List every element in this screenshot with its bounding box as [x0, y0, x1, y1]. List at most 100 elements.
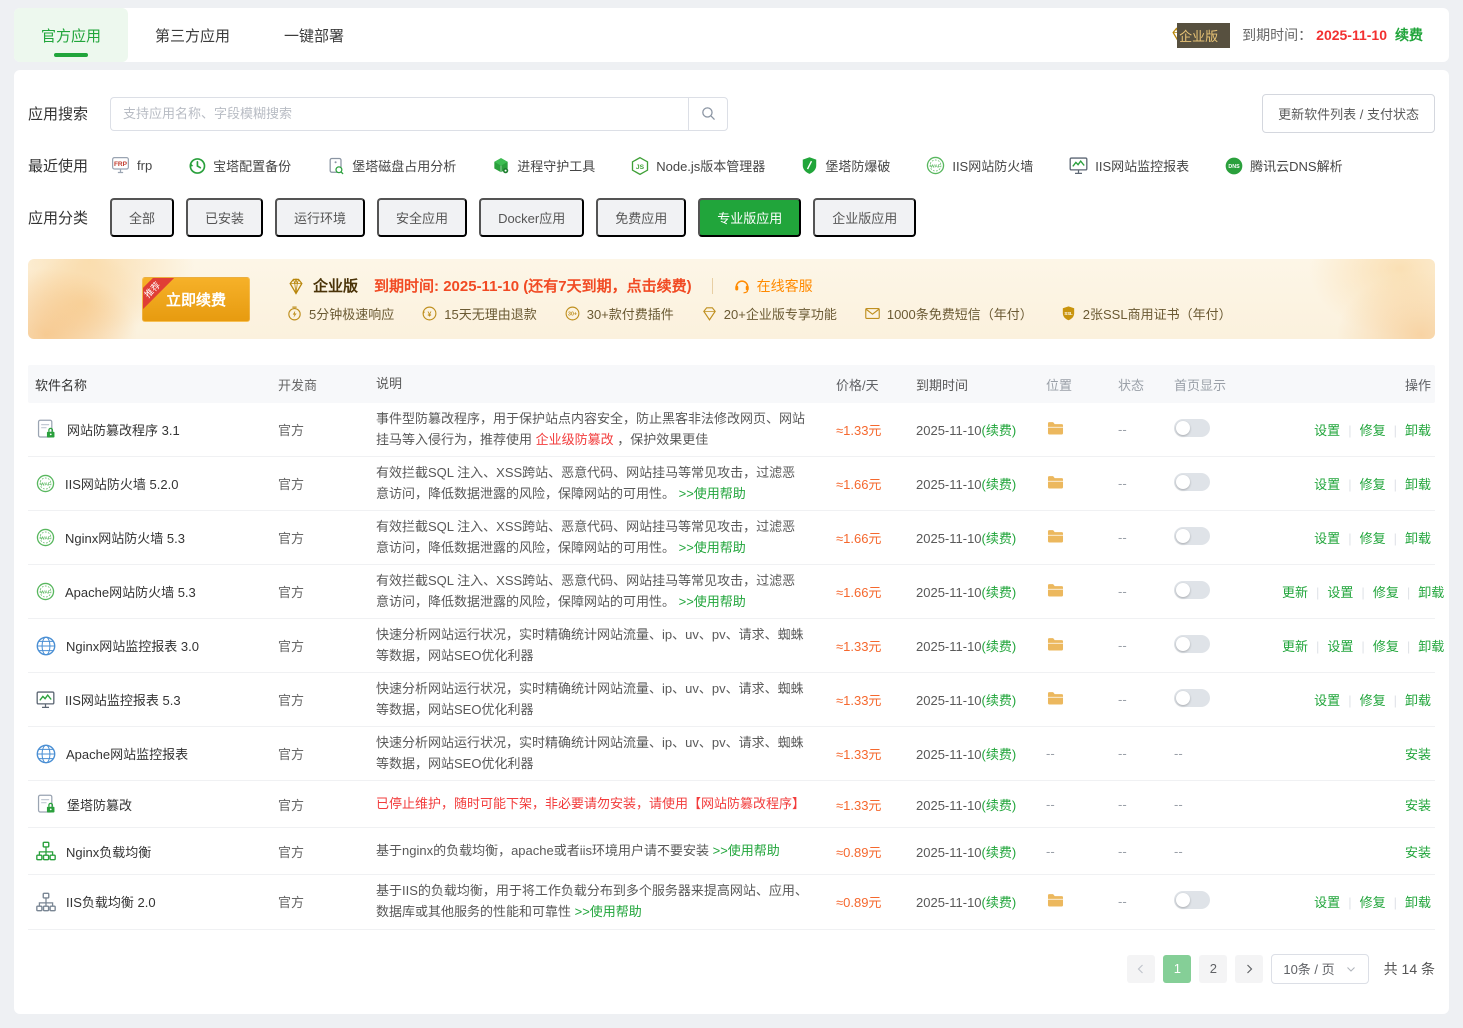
uninstall-link[interactable]: 卸载	[1405, 531, 1431, 546]
settings-link[interactable]: 设置	[1314, 423, 1340, 438]
renew-now-button[interactable]: 推荐 立即续费	[142, 277, 250, 322]
settings-link[interactable]: 设置	[1327, 585, 1353, 600]
enterprise-tamper-link[interactable]: 企业级防篡改	[536, 432, 614, 447]
tab-official-apps[interactable]: 官方应用	[14, 8, 128, 62]
uninstall-link[interactable]: 卸载	[1405, 477, 1431, 492]
renew-link[interactable]: (续费)	[982, 798, 1017, 813]
renew-link[interactable]: (续费)	[982, 895, 1017, 910]
next-page-button[interactable]	[1235, 955, 1263, 983]
renew-link[interactable]: (续费)	[982, 747, 1017, 762]
svg-text:WAF: WAF	[40, 590, 51, 596]
help-link[interactable]: >>使用帮助	[679, 594, 746, 609]
prev-page-button[interactable]	[1127, 955, 1155, 983]
folder-icon[interactable]	[1046, 419, 1065, 438]
recent-app-item[interactable]: DNS腾讯云DNS解析	[1224, 156, 1342, 176]
repair-link[interactable]: 修复	[1360, 477, 1386, 492]
recent-app-item[interactable]: 进程守护工具	[491, 156, 595, 176]
recent-app-item[interactable]: JSNode.js版本管理器	[630, 156, 765, 176]
renew-link[interactable]: (续费)	[982, 585, 1017, 600]
repair-link[interactable]: 修复	[1360, 895, 1386, 910]
category-button[interactable]: 专业版应用	[698, 198, 801, 237]
recent-app-item[interactable]: FRPfrp	[110, 155, 152, 176]
folder-icon[interactable]	[1046, 473, 1065, 492]
install-link[interactable]: 安装	[1405, 798, 1431, 813]
folder-icon[interactable]	[1046, 527, 1065, 546]
divider	[712, 278, 713, 294]
app-store-panel: 应用搜索 更新软件列表 / 支付状态 最近使用 FRPfrp宝塔配置备份堡塔磁盘…	[14, 70, 1449, 1014]
recent-app-item[interactable]: WAFIIS网站防火墙	[925, 155, 1033, 176]
repair-link[interactable]: 修复	[1360, 531, 1386, 546]
recent-app-item[interactable]: 宝塔配置备份	[187, 156, 291, 176]
settings-link[interactable]: 设置	[1327, 639, 1353, 654]
category-button[interactable]: 已安装	[186, 198, 263, 237]
tab-third-party-apps[interactable]: 第三方应用	[128, 8, 257, 62]
uninstall-link[interactable]: 卸载	[1418, 639, 1444, 654]
homepage-toggle[interactable]	[1174, 689, 1210, 707]
renew-link[interactable]: (续费)	[982, 477, 1017, 492]
folder-icon[interactable]	[1046, 891, 1065, 910]
category-button[interactable]: 企业版应用	[813, 198, 916, 237]
uninstall-link[interactable]: 卸载	[1405, 895, 1431, 910]
banner-feature: 1000条免费短信（年付）	[864, 304, 1033, 323]
homepage-display-cell: --	[1174, 797, 1282, 812]
repair-link[interactable]: 修复	[1360, 693, 1386, 708]
update-link[interactable]: 更新	[1282, 639, 1308, 654]
homepage-toggle[interactable]	[1174, 473, 1210, 491]
recent-app-label: 宝塔配置备份	[213, 156, 291, 175]
expire-date: 2025-11-10	[916, 585, 982, 600]
category-button[interactable]: 运行环境	[275, 198, 365, 237]
table-body: 网站防篡改程序 3.1官方事件型防篡改程序，用于保护站点内容安全，防止黑客非法修…	[28, 403, 1435, 930]
renew-link[interactable]: (续费)	[982, 423, 1017, 438]
page-button-2[interactable]: 2	[1199, 955, 1227, 983]
page-button-1[interactable]: 1	[1163, 955, 1191, 983]
install-link[interactable]: 安装	[1405, 747, 1431, 762]
divider: |	[1348, 423, 1351, 438]
page-size-select[interactable]: 10条 / 页	[1271, 954, 1368, 984]
folder-icon[interactable]	[1046, 581, 1065, 600]
online-support-link[interactable]: 在线客服	[733, 276, 813, 296]
settings-link[interactable]: 设置	[1314, 895, 1340, 910]
renew-link[interactable]: 续费	[1395, 25, 1423, 45]
help-link[interactable]: >>使用帮助	[679, 540, 746, 555]
uninstall-link[interactable]: 卸载	[1405, 423, 1431, 438]
renew-link[interactable]: (续费)	[982, 531, 1017, 546]
help-link[interactable]: >>使用帮助	[679, 486, 746, 501]
recent-app-item[interactable]: 堡塔磁盘占用分析	[326, 156, 456, 176]
homepage-toggle[interactable]	[1174, 419, 1210, 437]
update-link[interactable]: 更新	[1282, 585, 1308, 600]
repair-link[interactable]: 修复	[1373, 585, 1399, 600]
recent-app-item[interactable]: 堡塔防爆破	[800, 156, 890, 175]
help-link[interactable]: >>使用帮助	[575, 904, 642, 919]
recent-app-item[interactable]: IIS网站监控报表	[1068, 155, 1189, 176]
homepage-toggle[interactable]	[1174, 635, 1210, 653]
settings-link[interactable]: 设置	[1314, 531, 1340, 546]
expire-date: 2025-11-10	[916, 531, 982, 546]
settings-link[interactable]: 设置	[1314, 693, 1340, 708]
uninstall-link[interactable]: 卸载	[1405, 693, 1431, 708]
renew-link[interactable]: (续费)	[982, 845, 1017, 860]
homepage-toggle[interactable]	[1174, 891, 1210, 909]
repair-link[interactable]: 修复	[1373, 639, 1399, 654]
search-input[interactable]	[110, 97, 688, 131]
homepage-toggle[interactable]	[1174, 527, 1210, 545]
folder-icon[interactable]	[1046, 635, 1065, 654]
homepage-toggle[interactable]	[1174, 581, 1210, 599]
folder-icon[interactable]	[1046, 689, 1065, 708]
category-button[interactable]: 全部	[110, 198, 174, 237]
category-button[interactable]: Docker应用	[479, 198, 584, 237]
category-button[interactable]: 免费应用	[596, 198, 686, 237]
banner-expire-text[interactable]: 到期时间: 2025-11-10 (还有7天到期，点击续费)	[374, 275, 692, 296]
renew-link[interactable]: (续费)	[982, 639, 1017, 654]
category-button[interactable]: 安全应用	[377, 198, 467, 237]
repair-link[interactable]: 修复	[1360, 423, 1386, 438]
help-link[interactable]: >>使用帮助	[713, 843, 780, 858]
renew-link[interactable]: (续费)	[982, 693, 1017, 708]
settings-link[interactable]: 设置	[1314, 477, 1340, 492]
install-link[interactable]: 安装	[1405, 845, 1431, 860]
tab-one-click-deploy[interactable]: 一键部署	[257, 8, 371, 62]
expire-cell: 2025-11-10(续费)	[916, 420, 1046, 439]
update-software-list-button[interactable]: 更新软件列表 / 支付状态	[1262, 94, 1435, 133]
uninstall-link[interactable]: 卸载	[1418, 585, 1444, 600]
price-per-day: ≈1.33元	[826, 690, 916, 709]
search-button[interactable]	[688, 97, 728, 131]
